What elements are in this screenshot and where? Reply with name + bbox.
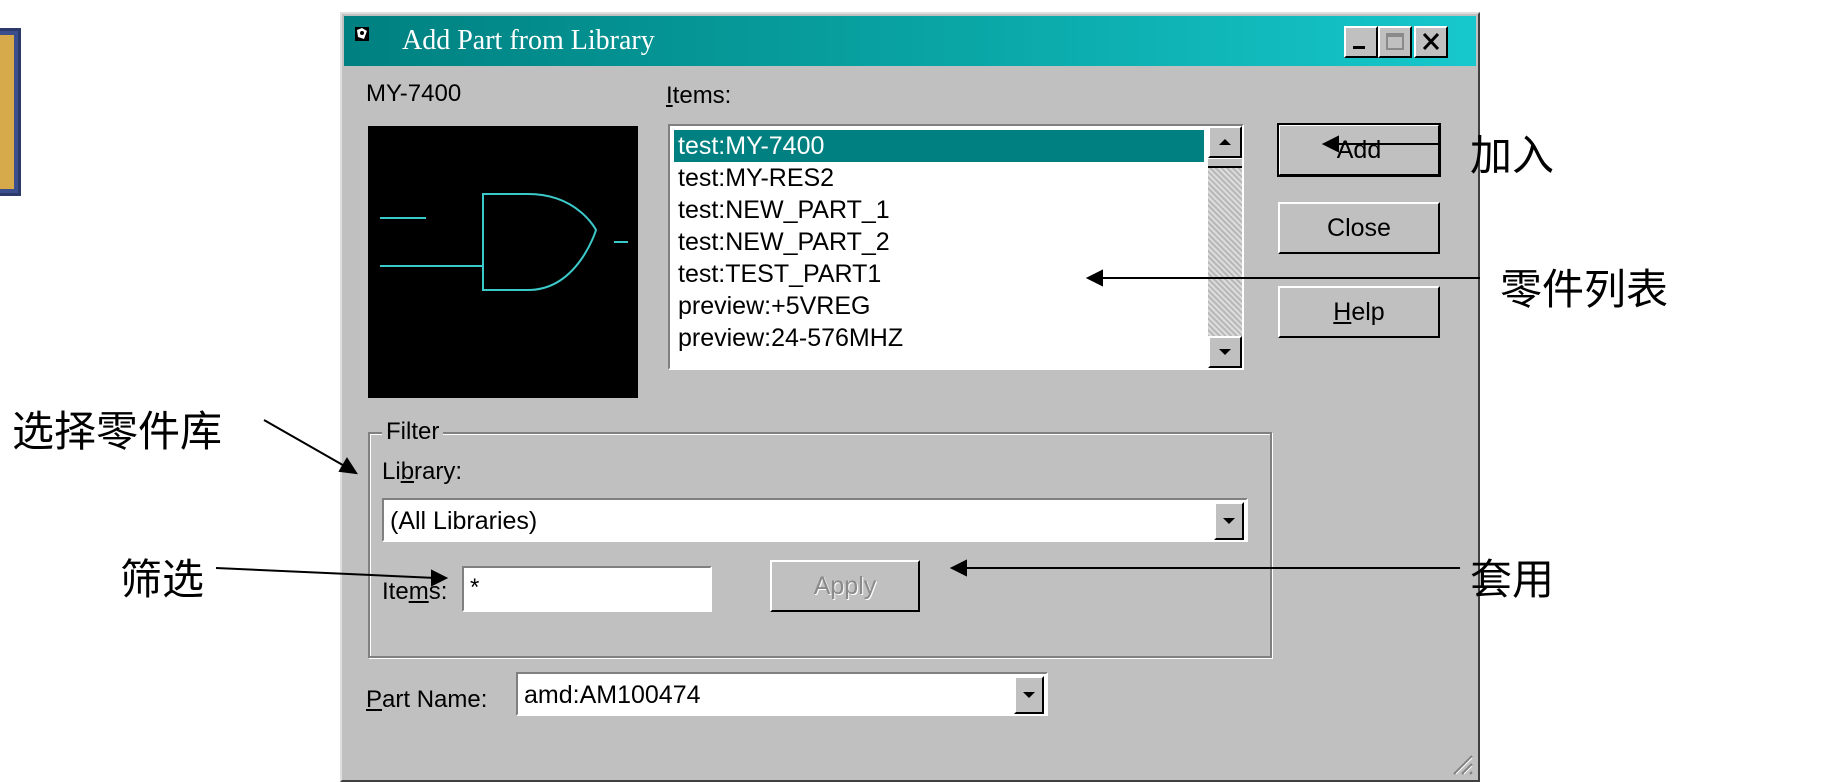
arrow-to-items-filter bbox=[215, 567, 437, 579]
arrow-to-library-dropdown bbox=[263, 419, 349, 469]
arrow-head-parts-list bbox=[1085, 269, 1103, 287]
arrow-head-apply bbox=[949, 559, 967, 577]
annotation-arrows bbox=[215, 135, 1480, 587]
arrow-head-library bbox=[338, 457, 358, 475]
arrow-head-filter bbox=[431, 569, 449, 587]
arrow-head-add bbox=[1321, 135, 1339, 153]
